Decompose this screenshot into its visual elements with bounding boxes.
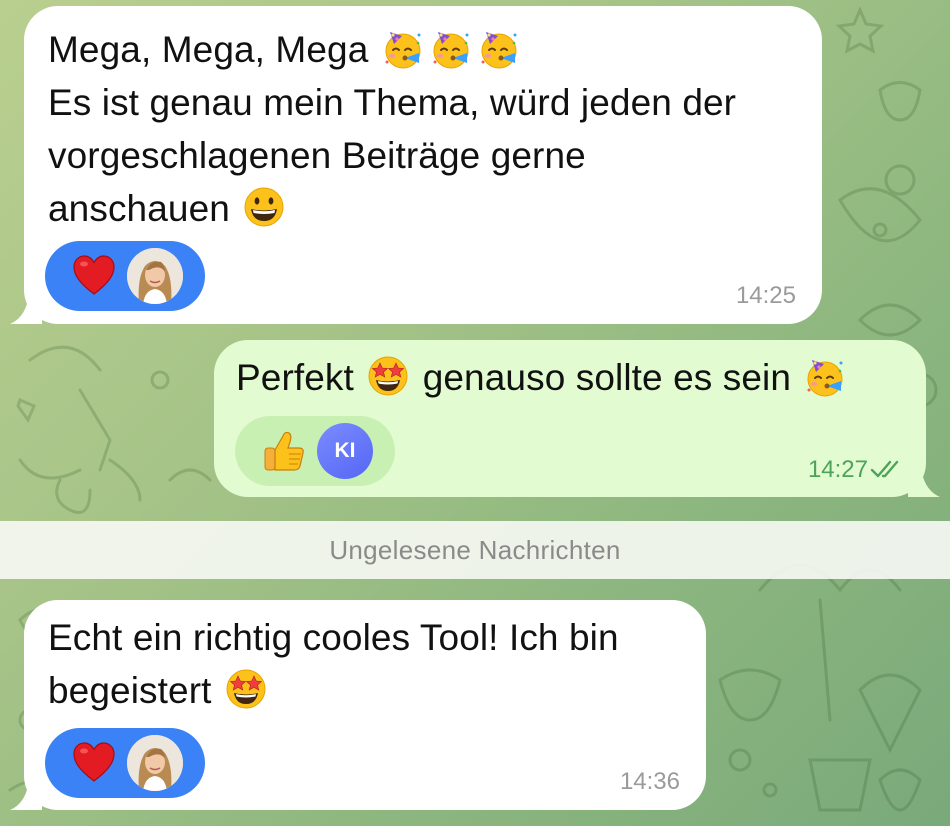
incoming-message-2[interactable]: Echt ein richtig cooles Tool! Ich bin be…	[10, 600, 708, 810]
message-line: Es ist genau mein Thema, würd jeden der	[48, 82, 737, 123]
bubble-tail	[10, 776, 42, 810]
avatar	[127, 735, 183, 791]
message-line: begeistert	[48, 670, 212, 711]
thumbs-up-icon	[264, 431, 304, 471]
bubble-tail	[10, 290, 42, 324]
message-line: Echt ein richtig cooles Tool! Ich bin	[48, 617, 619, 658]
message-text-part: Perfekt	[236, 357, 354, 398]
message-line: vorgeschlagenen Beiträge gerne	[48, 135, 586, 176]
partying-face-icon	[480, 31, 518, 69]
partying-face-icon	[384, 31, 422, 69]
heart-reaction[interactable]	[45, 728, 205, 798]
message-timestamp: 14:36	[619, 768, 680, 795]
incoming-message-1[interactable]: Mega, Mega, Mega Es ist genau mein Thema…	[10, 6, 822, 324]
message-timestamp: 14:25	[735, 282, 796, 309]
message-timestamp: 14:27	[807, 456, 868, 483]
star-struck-icon	[368, 356, 408, 396]
grinning-face-icon	[244, 187, 284, 227]
message-text-part: genauso sollte es sein	[422, 357, 792, 398]
red-heart-icon	[73, 255, 115, 295]
red-heart-icon	[73, 742, 115, 782]
star-struck-icon	[226, 669, 266, 709]
heart-reaction[interactable]	[45, 241, 205, 311]
thumbs-up-reaction[interactable]: KI	[235, 416, 395, 486]
message-line: anschauen	[48, 188, 230, 229]
message-line: Mega, Mega, Mega	[48, 29, 369, 70]
avatar	[127, 248, 183, 304]
ki-avatar: KI	[317, 423, 373, 479]
message-text: Mega, Mega, Mega Es ist genau mein Thema…	[48, 23, 818, 235]
partying-face-icon	[806, 359, 844, 397]
unread-divider: Ungelesene Nachrichten	[0, 521, 950, 579]
bubble-tail	[908, 463, 940, 497]
unread-divider-label: Ungelesene Nachrichten	[329, 534, 621, 565]
message-text: Echt ein richtig cooles Tool! Ich bin be…	[48, 611, 708, 717]
outgoing-message-1[interactable]: Perfekt genauso sollte es sein KI 14:27	[214, 340, 940, 497]
message-text: Perfekt genauso sollte es sein	[236, 351, 926, 404]
double-check-icon	[870, 460, 899, 478]
partying-face-icon	[432, 31, 470, 69]
